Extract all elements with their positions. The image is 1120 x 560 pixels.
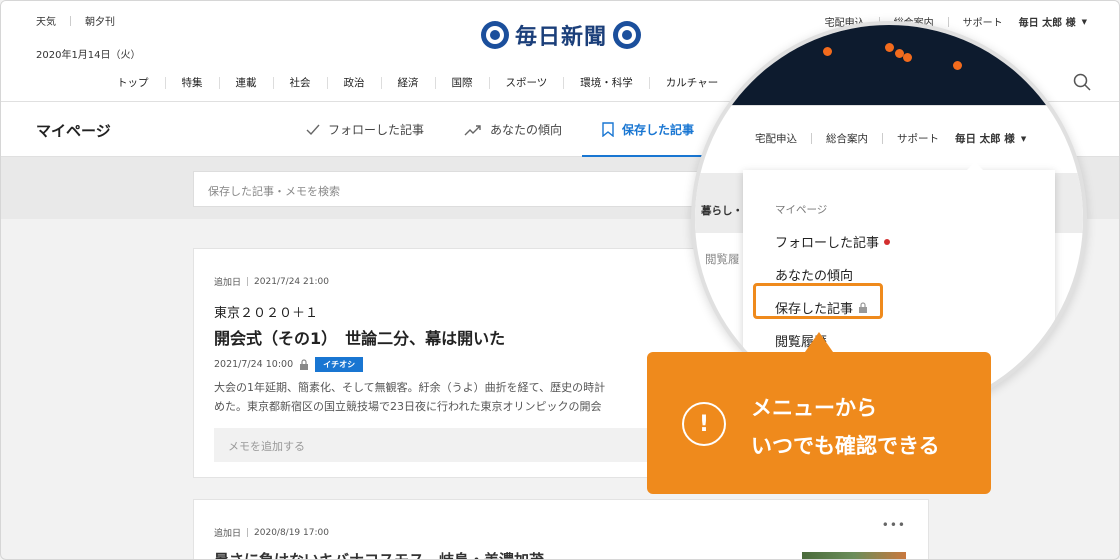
- nav-economy[interactable]: 経済: [382, 77, 436, 89]
- article-headline[interactable]: 開会式（その1） 世論二分、幕は開いた: [214, 325, 732, 349]
- added-date: 2021/7/24 21:00: [254, 276, 329, 287]
- menu-item-followed[interactable]: フォローした記事: [775, 232, 891, 251]
- banner-light: [953, 61, 962, 70]
- menu-item-trends[interactable]: あなたの傾向: [775, 265, 853, 284]
- check-icon: [306, 124, 320, 135]
- zoom-header-links: 宅配申込 総合案内 サポート 毎日 太郎 様 ▼: [755, 131, 1026, 146]
- tab-label: フォローした記事: [328, 123, 425, 137]
- user-menu[interactable]: 毎日 太郎 様: [955, 131, 1015, 146]
- caret-down-icon[interactable]: ▼: [1021, 135, 1026, 143]
- nav-science[interactable]: 環境・科学: [564, 77, 650, 89]
- logo-mark-icon: [613, 21, 642, 49]
- weather-link[interactable]: 天気: [36, 13, 56, 28]
- bookmark-icon: [602, 122, 614, 137]
- added-meta: 追加日 2021/7/24 21:00: [214, 275, 732, 289]
- nav-series[interactable]: 連載: [220, 77, 274, 89]
- featured-badge: イチオシ: [315, 357, 364, 372]
- saved-search-input[interactable]: 保存した記事・メモを検索: [193, 171, 753, 207]
- site-logo[interactable]: 毎日新聞: [481, 19, 642, 51]
- nav-international[interactable]: 国際: [436, 77, 490, 89]
- saved-article-card[interactable]: 追加日 2020/8/19 17:00 ••• 暑さに負けないキバナコスモス 岐…: [193, 499, 929, 559]
- added-meta: 追加日 2020/8/19 17:00: [214, 526, 908, 540]
- dropdown-heading: マイページ: [775, 204, 828, 216]
- logo-text: 毎日新聞: [515, 24, 608, 50]
- page-title: マイページ: [36, 122, 111, 140]
- callout-line: いつでも確認できる: [751, 434, 940, 458]
- divider: [247, 277, 249, 286]
- article-kicker: 東京２０２０＋１: [214, 306, 319, 321]
- tab-saved[interactable]: 保存した記事: [582, 102, 715, 158]
- main-nav: トップ 特集 連載 社会 政治 経済 国際 スポーツ 環境・科学 カルチャー: [101, 77, 734, 89]
- tab-label: 保存した記事: [622, 123, 695, 137]
- tab-label: あなたの傾向: [490, 123, 563, 137]
- callout-line: メニューから: [751, 396, 877, 420]
- menu-item-label: あなたの傾向: [775, 269, 854, 284]
- more-options-icon[interactable]: •••: [882, 518, 906, 532]
- support-link[interactable]: サポート: [897, 131, 939, 146]
- tab-trends[interactable]: あなたの傾向: [444, 102, 582, 157]
- highlight-box: [753, 283, 883, 319]
- nav-society[interactable]: 社会: [274, 77, 328, 89]
- edition-link[interactable]: 朝夕刊: [85, 13, 115, 28]
- delivery-link[interactable]: 宅配申込: [755, 131, 797, 146]
- mypage-tabs: フォローした記事 あなたの傾向 保存した記事: [286, 102, 715, 158]
- banner-light: [903, 53, 912, 62]
- zoom-dark-banner: [695, 25, 1083, 105]
- tip-callout: ! メニューから いつでも確認できる: [647, 332, 991, 494]
- zoom-history-text: 閲覧履: [705, 252, 740, 266]
- lock-icon: [300, 359, 309, 370]
- header-date: 2020年1月14日（火）: [36, 50, 141, 61]
- nav-features[interactable]: 特集: [166, 77, 220, 89]
- added-date: 2020/8/19 17:00: [254, 527, 329, 538]
- header-left: 天気 朝夕刊 2020年1月14日（火）: [36, 13, 141, 61]
- menu-item-label: フォローした記事: [775, 236, 880, 251]
- divider: [70, 15, 71, 26]
- banner-light: [823, 47, 832, 56]
- divider: [811, 133, 812, 144]
- article-thumbnail[interactable]: [802, 552, 906, 559]
- app-frame: 天気 朝夕刊 2020年1月14日（火） 毎日新聞 宅配申込 総合案内 サポート…: [0, 0, 1120, 560]
- tab-followed[interactable]: フォローした記事: [286, 102, 444, 157]
- divider: [247, 528, 249, 537]
- divider: [695, 105, 1083, 106]
- exclamation-icon: !: [682, 402, 726, 446]
- nav-sports[interactable]: スポーツ: [490, 77, 565, 89]
- added-label: 追加日: [214, 278, 242, 288]
- banner-light: [885, 43, 894, 52]
- guide-link[interactable]: 総合案内: [826, 131, 868, 146]
- notification-dot-icon: [884, 238, 891, 245]
- divider: [882, 133, 883, 144]
- zoom-category-text: 暮らし・: [701, 205, 743, 217]
- publish-date: 2021/7/24 10:00: [214, 359, 294, 370]
- logo-mark-icon: [481, 21, 509, 49]
- nav-top[interactable]: トップ: [101, 77, 166, 89]
- nav-politics[interactable]: 政治: [328, 77, 382, 89]
- trend-icon: [464, 124, 481, 135]
- added-label: 追加日: [214, 529, 242, 539]
